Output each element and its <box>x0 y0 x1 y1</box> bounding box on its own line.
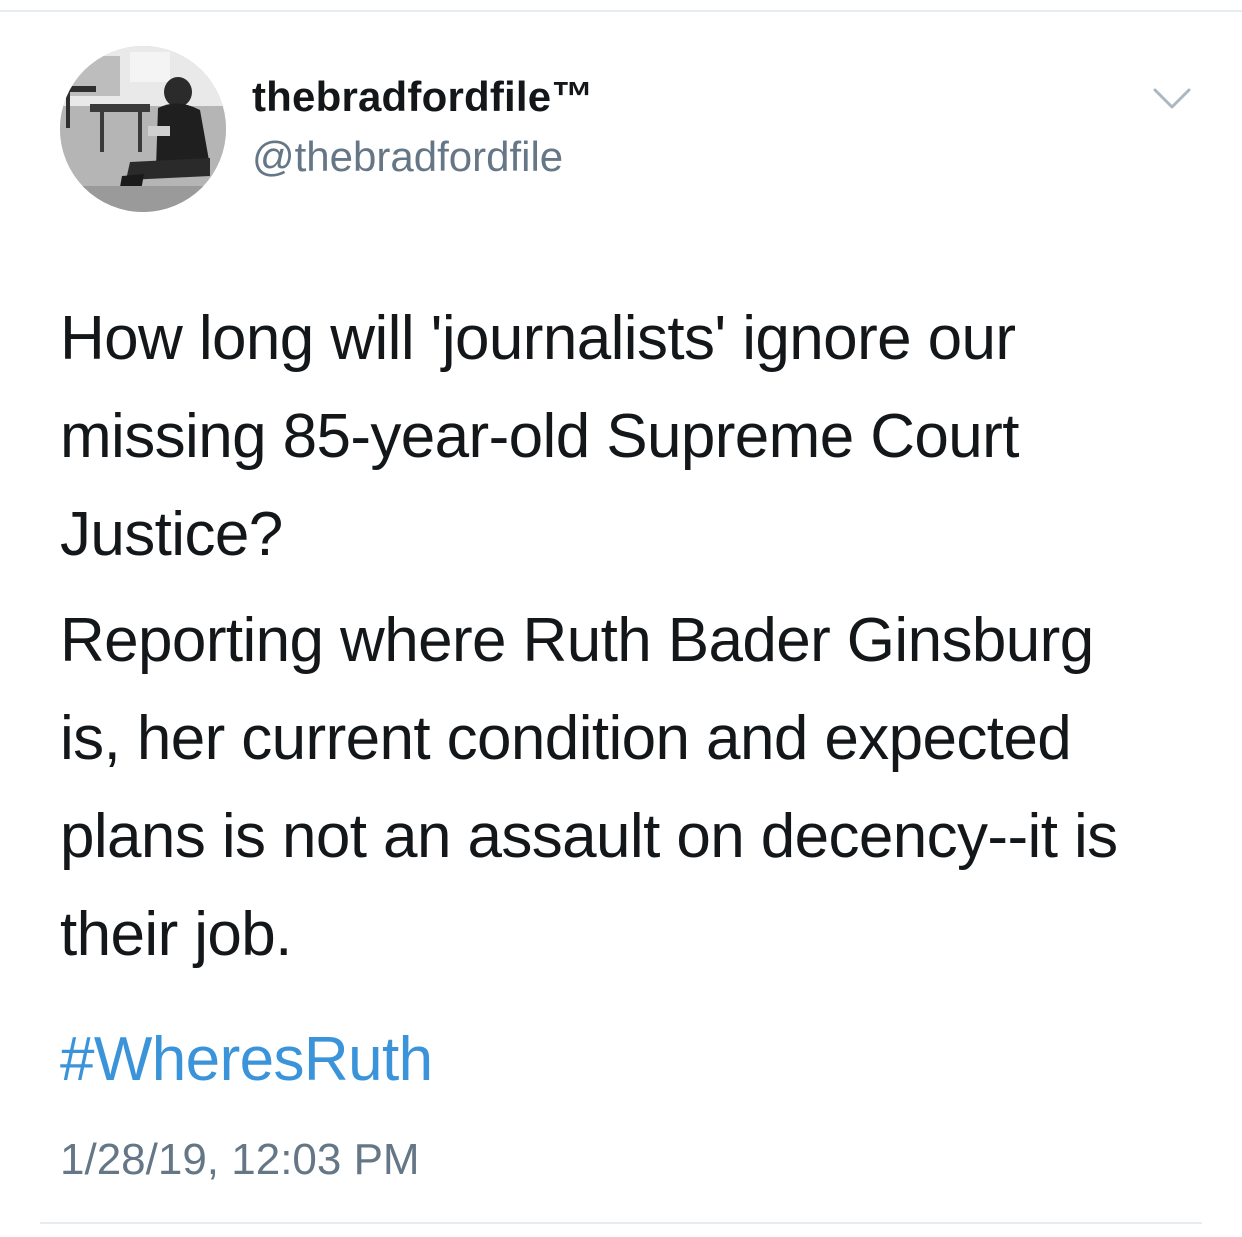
profile-photo-icon <box>60 46 226 212</box>
tweet-timestamp[interactable]: 1/28/19, 12:03 PM <box>60 1132 420 1188</box>
tweet-paragraph: How long will 'journalists' ignore our m… <box>60 290 1210 584</box>
text-line: missing 85-year-old Supreme Court <box>60 402 1019 471</box>
top-divider <box>0 10 1242 12</box>
text-line: Justice? <box>60 500 283 569</box>
tweet-text: How long will 'journalists' ignore our m… <box>60 290 1210 992</box>
chevron-down-icon <box>1153 88 1191 109</box>
user-handle[interactable]: @thebradfordfile <box>252 132 563 182</box>
text-line: How long will 'journalists' ignore our <box>60 304 1016 373</box>
text-line: their job. <box>60 900 292 969</box>
avatar[interactable] <box>60 46 226 212</box>
tweet-paragraph: Reporting where Ruth Bader Ginsburg is, … <box>60 592 1210 984</box>
display-name[interactable]: thebradfordfile™ <box>252 72 594 122</box>
tweet-menu-button[interactable] <box>1152 84 1192 114</box>
text-line: Reporting where Ruth Bader Ginsburg <box>60 606 1094 675</box>
text-line: plans is not an assault on decency--it i… <box>60 802 1118 871</box>
bottom-divider <box>40 1222 1202 1224</box>
hashtag-link[interactable]: #WheresRuth <box>60 1018 433 1102</box>
text-line: is, her current condition and expected <box>60 704 1072 773</box>
